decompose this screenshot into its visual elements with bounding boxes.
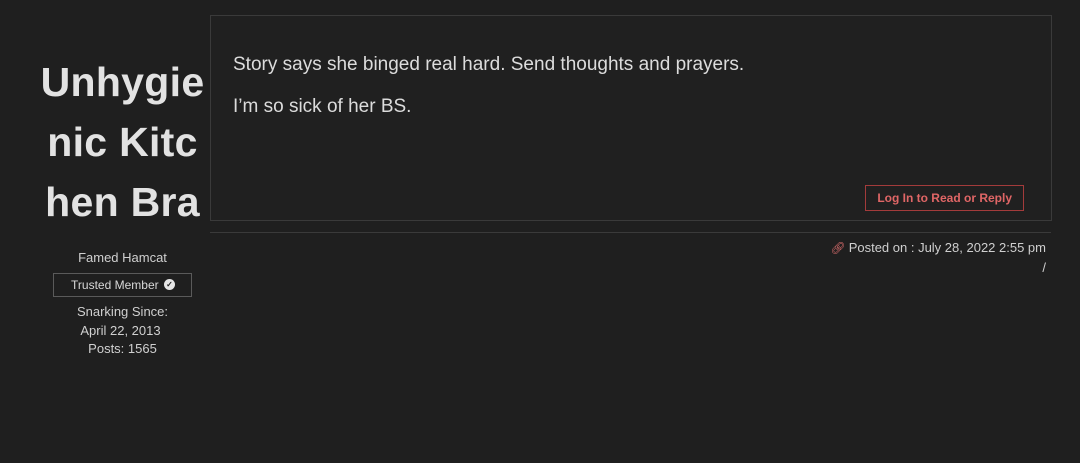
- post-text: Story says she binged real hard. Send th…: [233, 44, 744, 128]
- post-divider: [210, 232, 1051, 233]
- post-count: Posts: 1565: [88, 341, 157, 356]
- post-paragraph: I’m so sick of her BS.: [233, 96, 412, 117]
- post-paragraph: Story says she binged real hard. Send th…: [233, 54, 745, 75]
- post-content-box: Story says she binged real hard. Send th…: [210, 15, 1052, 221]
- posted-on-link[interactable]: 🔗︎ Posted on : July 28, 2022 2:55 pm: [830, 240, 1046, 255]
- link-icon: 🔗︎: [830, 241, 846, 255]
- forum-post: Unhygienic Kitchen Bra Famed Hamcat Trus…: [0, 0, 1080, 463]
- post-meta: 🔗︎ Posted on : July 28, 2022 2:55 pm /: [830, 240, 1046, 275]
- meta-separator: /: [1042, 260, 1046, 275]
- login-to-reply-button[interactable]: Log In to Read or Reply: [865, 185, 1024, 211]
- trusted-member-badge: Trusted Member ✓: [53, 273, 192, 297]
- check-circle-icon: ✓: [163, 279, 175, 291]
- snarking-since-date: April 22, 2013: [80, 323, 161, 338]
- author-column: Unhygienic Kitchen Bra Famed Hamcat Trus…: [40, 52, 205, 356]
- author-name[interactable]: Unhygienic Kitchen Bra: [40, 52, 205, 232]
- posted-on-text: Posted on : July 28, 2022 2:55 pm: [848, 240, 1046, 255]
- author-rank: Famed Hamcat: [78, 250, 167, 265]
- badge-label: Trusted Member: [71, 278, 159, 292]
- snarking-since-label: Snarking Since:: [76, 304, 169, 319]
